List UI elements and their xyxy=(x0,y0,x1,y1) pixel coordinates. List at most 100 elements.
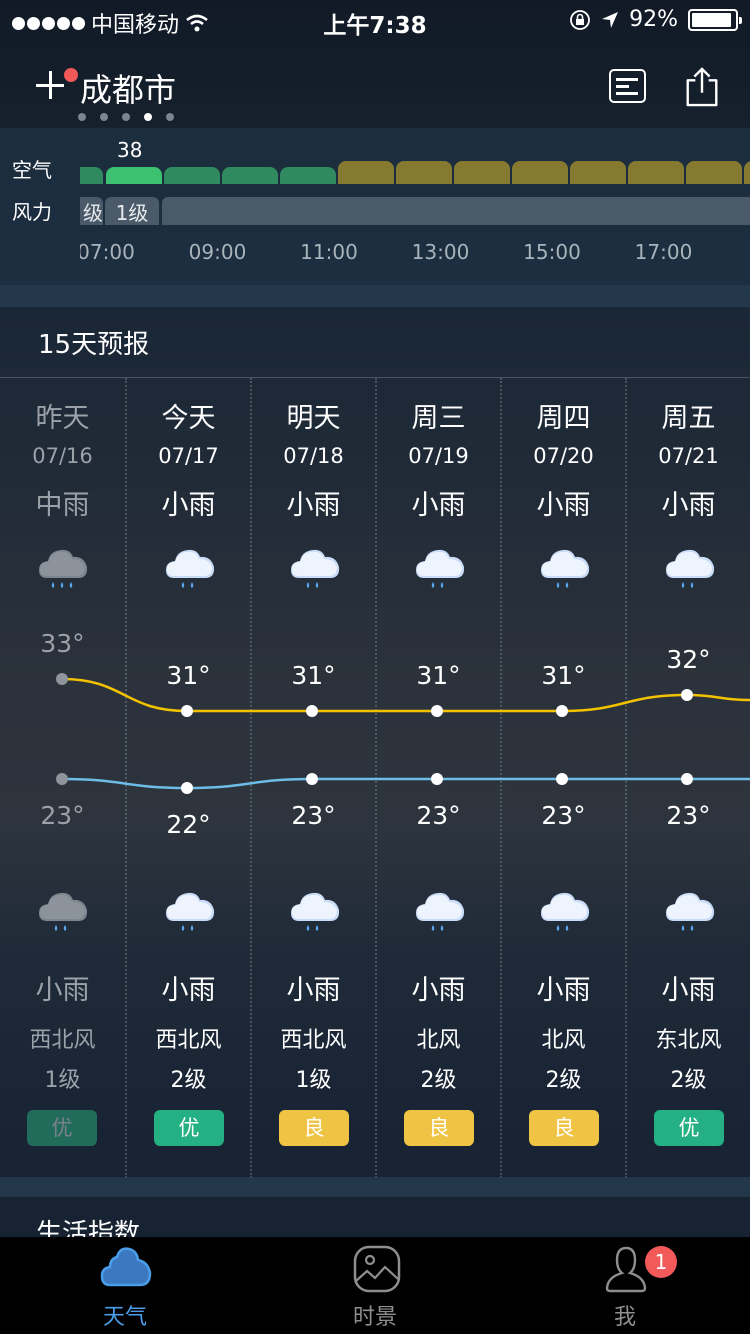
date-label: 07/17 xyxy=(158,444,219,468)
wind-level: 2级 xyxy=(670,1068,707,1093)
wind-direction: 西北风 xyxy=(280,1028,347,1053)
rain-cloud-night-icon xyxy=(416,892,465,931)
wind-direction: 西北风 xyxy=(155,1028,222,1053)
rain-cloud-icon xyxy=(166,549,215,588)
aqi-badge: 优 xyxy=(154,1110,224,1146)
low-temp: 23° xyxy=(291,801,336,830)
air-quality-bar xyxy=(222,167,278,184)
page-dot[interactable] xyxy=(100,113,108,121)
forecast-15day: 15天预报 昨天 07/16 中雨 33° 23° 小雨 西北风 1级 优 今天… xyxy=(0,307,750,1178)
day-label: 昨天 xyxy=(35,403,90,434)
night-condition: 小雨 xyxy=(161,975,216,1006)
date-label: 07/19 xyxy=(408,444,469,468)
day-label: 明天 xyxy=(286,403,341,434)
night-condition: 小雨 xyxy=(536,975,591,1006)
day-label: 周四 xyxy=(536,403,591,434)
rain-cloud-icon xyxy=(416,549,465,588)
share-button[interactable] xyxy=(682,67,722,107)
wind-bar: 级 xyxy=(80,197,103,225)
status-bar: 中国移动 上午7:38 92% xyxy=(0,0,750,40)
air-quality-bar xyxy=(338,161,394,184)
date-label: 07/20 xyxy=(533,444,594,468)
aqi-badge: 良 xyxy=(529,1110,599,1146)
air-quality-bar xyxy=(80,167,103,184)
rain-cloud-night-icon xyxy=(166,892,215,931)
divider xyxy=(0,285,750,307)
low-temp: 22° xyxy=(166,810,211,839)
tab-scenes[interactable]: 时景 xyxy=(250,1237,500,1334)
wind-direction: 北风 xyxy=(416,1028,461,1053)
day-condition: 小雨 xyxy=(661,490,716,521)
aqi-badge: 良 xyxy=(279,1110,349,1146)
wind-bar xyxy=(162,197,750,225)
page-dot[interactable] xyxy=(166,113,174,121)
air-label: 空气 xyxy=(12,158,52,182)
tab-me-label: 我 xyxy=(613,1305,636,1330)
air-quality-bars xyxy=(80,161,750,184)
air-quality-bar xyxy=(686,161,742,184)
wind-label: 风力 xyxy=(12,200,52,224)
date-label: 07/18 xyxy=(283,444,344,468)
high-temp: 32° xyxy=(666,645,711,674)
tab-me[interactable]: 我 xyxy=(500,1237,750,1334)
air-quality-bar xyxy=(628,161,684,184)
page-dot[interactable] xyxy=(122,113,130,121)
tab-bar: 天气 时景 我 1 xyxy=(0,1237,750,1334)
day-condition: 中雨 xyxy=(35,490,90,521)
hour-label: 17:00 xyxy=(634,240,693,264)
hour-label: 09:00 xyxy=(188,240,247,264)
cloud-icon xyxy=(100,1247,152,1287)
air-quality-bar xyxy=(106,167,162,184)
wind-direction: 北风 xyxy=(541,1028,586,1053)
page-dot[interactable] xyxy=(144,113,152,121)
location-icon xyxy=(602,11,619,28)
air-quality-bar xyxy=(280,167,336,184)
high-temp: 31° xyxy=(291,661,336,690)
forecast-day-column[interactable]: 昨天 07/16 中雨 33° 23° 小雨 西北风 1级 优 xyxy=(0,378,125,1178)
page-dot[interactable] xyxy=(78,113,86,121)
day-condition: 小雨 xyxy=(411,490,466,521)
rain-cloud-icon xyxy=(541,549,590,588)
rain-cloud-night-icon xyxy=(666,892,715,931)
low-temp: 23° xyxy=(666,801,711,830)
aqi-badge: 优 xyxy=(27,1110,97,1146)
forecast-day-column[interactable]: 今天 07/17 小雨 31° 22° 小雨 西北风 2级 优 xyxy=(125,378,250,1178)
air-quality-bar xyxy=(164,167,220,184)
rain-cloud-icon xyxy=(39,549,88,588)
air-quality-bar xyxy=(454,161,510,184)
night-condition: 小雨 xyxy=(411,975,466,1006)
rain-cloud-night-icon xyxy=(39,892,88,931)
hour-labels: 07:0009:0011:0013:0015:0017:001 xyxy=(80,240,750,270)
tab-weather[interactable]: 天气 xyxy=(0,1237,250,1334)
battery-percent: 92% xyxy=(629,7,678,32)
forecast-day-column[interactable]: 周四 07/20 小雨 31° 23° 小雨 北风 2级 良 xyxy=(500,378,625,1178)
forecast-day-column[interactable]: 周三 07/19 小雨 31° 23° 小雨 北风 2级 良 xyxy=(375,378,500,1178)
aqi-badge: 优 xyxy=(654,1110,724,1146)
day-label: 周三 xyxy=(411,403,466,434)
hourly-panel[interactable]: 空气 风力 38 级 1级 07:00 09:00 11:00 13:00 15:00 17… xyxy=(0,128,750,285)
forecast-day-column[interactable]: 周五 07/21 小雨 32° 23° 小雨 东北风 2级 优 xyxy=(625,378,750,1178)
air-quality-bar xyxy=(570,161,626,184)
day-condition: 小雨 xyxy=(536,490,591,521)
high-temp: 31° xyxy=(541,661,586,690)
city-title: 成都市 xyxy=(80,71,177,109)
air-quality-bar xyxy=(396,161,452,184)
day-label: 今天 xyxy=(161,403,216,434)
low-temp: 23° xyxy=(40,801,85,830)
hour-label: 13:00 xyxy=(411,240,470,264)
night-condition: 小雨 xyxy=(661,975,716,1006)
night-condition: 小雨 xyxy=(35,975,90,1006)
aqi-badge: 良 xyxy=(404,1110,474,1146)
page-indicator xyxy=(78,113,174,121)
list-button[interactable] xyxy=(609,69,646,103)
wind-level: 2级 xyxy=(420,1068,457,1093)
forecast-day-column[interactable]: 明天 07/18 小雨 31° 23° 小雨 西北风 1级 良 xyxy=(250,378,375,1178)
high-temp: 31° xyxy=(166,661,211,690)
rotation-lock-icon xyxy=(570,9,590,30)
user-icon xyxy=(605,1246,647,1293)
air-value: 38 xyxy=(117,138,143,162)
header: 成都市 xyxy=(0,55,750,125)
wind-level: 1级 xyxy=(295,1068,332,1093)
day-label: 周五 xyxy=(661,403,716,434)
air-quality-bar xyxy=(512,161,568,184)
